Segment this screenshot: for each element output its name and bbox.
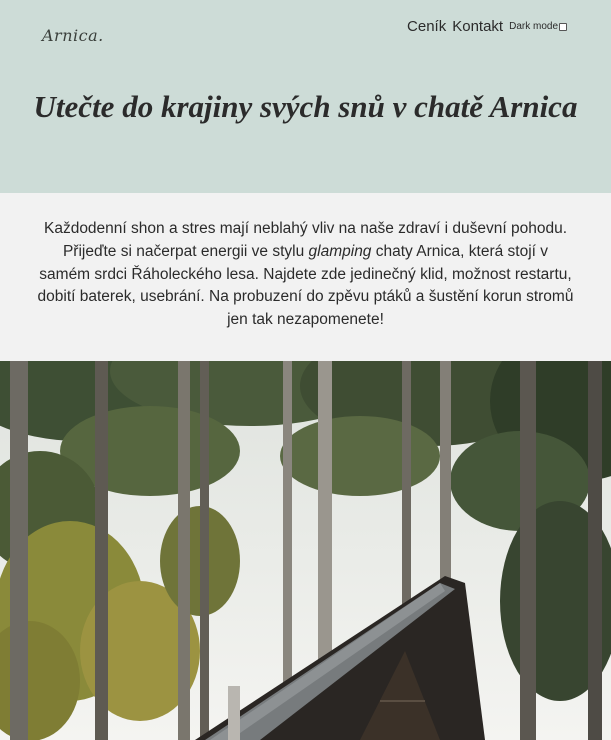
main-nav: Ceník Kontakt Dark mode — [407, 18, 567, 35]
dark-mode-checkbox[interactable] — [559, 22, 567, 31]
site-header: Arnica. Ceník Kontakt Dark mode Utečte d… — [0, 0, 611, 193]
nav-link-pricing[interactable]: Ceník — [407, 18, 446, 35]
dark-mode-label: Dark mode — [509, 21, 558, 32]
dark-mode-toggle[interactable]: Dark mode — [509, 21, 567, 32]
forest-cabin-image — [0, 361, 611, 740]
nav-link-contact[interactable]: Kontakt — [452, 18, 503, 35]
forest-cabin-photo — [0, 361, 611, 740]
logo[interactable]: Arnica. — [42, 26, 104, 45]
page-title: Utečte do krajiny svých snů v chatě Arni… — [33, 89, 578, 124]
intro-text-emphasis: glamping — [308, 242, 372, 260]
intro-text: Každodenní shon a stres mají neblahý vli… — [36, 218, 575, 332]
intro-section: Každodenní shon a stres mají neblahý vli… — [0, 193, 611, 361]
